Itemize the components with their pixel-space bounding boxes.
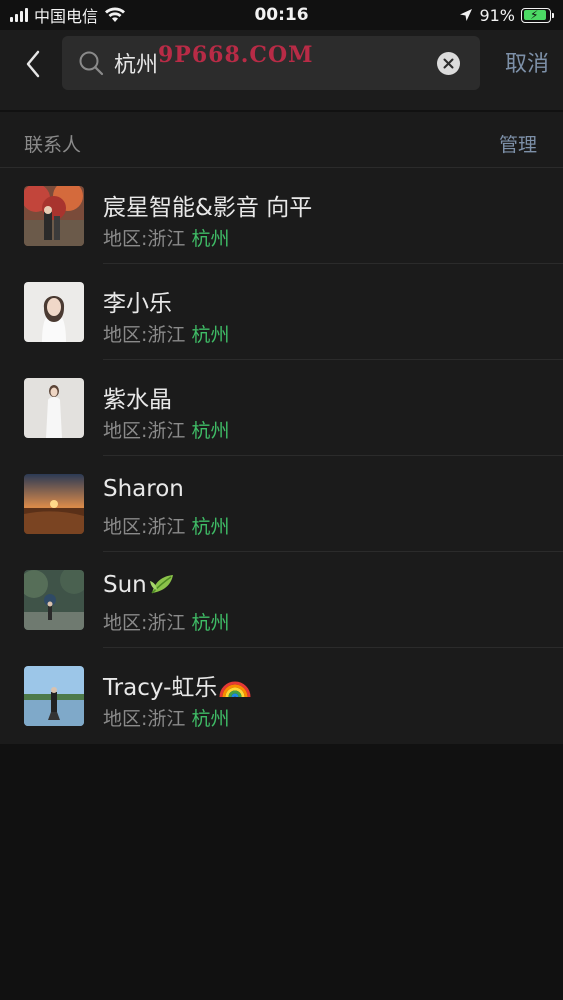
contact-row[interactable]: Sun 地区:浙江 杭州: [0, 552, 563, 648]
rainbow-icon: [219, 681, 251, 698]
close-icon: [443, 58, 454, 69]
battery-cap: [552, 12, 554, 18]
search-box[interactable]: 9P668.COM: [62, 36, 480, 90]
search-header: 9P668.COM 取消: [0, 30, 563, 110]
contact-region: 地区:浙江 杭州: [103, 708, 230, 730]
contact-row[interactable]: Tracy-虹乐 地区:浙江 杭州: [0, 648, 563, 744]
status-bar: 中国电信 00:16 91% ⚡: [0, 0, 563, 30]
contacts-section-header: 联系人 管理: [0, 112, 563, 168]
contact-region: 地区:浙江 杭州: [103, 420, 230, 442]
section-title: 联系人: [24, 134, 82, 156]
region-highlight: 杭州: [191, 708, 230, 730]
avatar: [24, 474, 84, 534]
leaf-icon: [149, 575, 173, 594]
region-highlight: 杭州: [191, 612, 230, 634]
status-right: 91% ⚡: [459, 5, 554, 25]
contact-name: 宸星智能&影音 向平: [103, 195, 313, 221]
region-highlight: 杭州: [191, 516, 230, 538]
manage-link[interactable]: 管理: [499, 130, 537, 157]
contact-region: 地区:浙江 杭州: [103, 612, 230, 634]
contact-row[interactable]: 宸星智能&影音 向平 地区:浙江 杭州: [0, 168, 563, 264]
avatar: [24, 570, 84, 630]
region-highlight: 杭州: [191, 228, 230, 250]
contact-row[interactable]: 李小乐 地区:浙江 杭州: [0, 264, 563, 360]
battery-percent: 91%: [479, 5, 515, 25]
contact-row[interactable]: Sharon 地区:浙江 杭州: [0, 456, 563, 552]
contact-name: Sun: [103, 572, 175, 598]
contact-region: 地区:浙江 杭州: [103, 516, 230, 538]
avatar: [24, 378, 84, 438]
cancel-button[interactable]: 取消: [505, 46, 549, 78]
battery-icon: ⚡: [521, 7, 554, 23]
location-arrow-icon: [460, 9, 473, 21]
contact-name: Sharon: [103, 476, 184, 502]
region-highlight: 杭州: [191, 420, 230, 442]
watermark-text: 9P668.COM: [158, 42, 314, 68]
contact-region: 地区:浙江 杭州: [103, 228, 230, 250]
charging-bolt-icon: ⚡: [530, 7, 539, 22]
contact-name: Tracy-虹乐: [103, 668, 251, 702]
contact-row[interactable]: 紫水晶 地区:浙江 杭州: [0, 360, 563, 456]
avatar: [24, 666, 84, 726]
back-button[interactable]: [18, 48, 48, 80]
avatar: [24, 282, 84, 342]
clear-search-button[interactable]: [437, 52, 460, 75]
region-highlight: 杭州: [191, 324, 230, 346]
contact-name: 紫水晶: [103, 387, 172, 413]
contact-region: 地区:浙江 杭州: [103, 324, 230, 346]
chevron-left-icon: [26, 50, 40, 78]
contact-list: 宸星智能&影音 向平 地区:浙江 杭州 李小乐 地区:浙江 杭州 紫水晶 地区:…: [0, 168, 563, 744]
search-icon: [79, 51, 104, 76]
contact-name: 李小乐: [103, 291, 172, 317]
avatar: [24, 186, 84, 246]
